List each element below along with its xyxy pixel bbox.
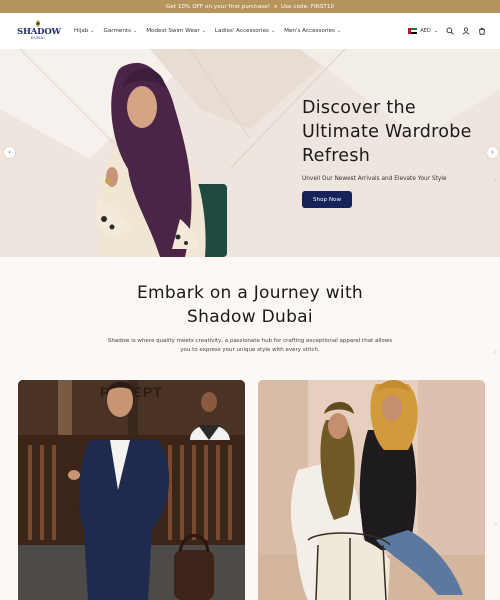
hero-title-line: Refresh	[302, 146, 371, 166]
intro-text: Shadow is where quality meets creativity…	[100, 337, 400, 355]
chevron-down-icon: ⌄	[336, 28, 342, 34]
search-icon[interactable]	[445, 27, 454, 36]
uae-flag-icon	[408, 28, 418, 34]
intro-title-line: Embark on a Journey with	[137, 283, 363, 303]
slider-next-button[interactable]: ›	[487, 147, 498, 158]
intro-title-line: Shadow Dubai	[187, 307, 313, 327]
intro-text-line: Shadow is where quality meets creativity…	[107, 338, 393, 344]
hero-copy: Discover the Ultimate Wardrobe Refresh U…	[302, 96, 492, 208]
hero-banner: Discover the Ultimate Wardrobe Refresh U…	[0, 49, 500, 257]
scroll-hint-icon: ↗	[493, 350, 498, 356]
intro-section: Embark on a Journey with Shadow Dubai Sh…	[0, 257, 500, 377]
chevron-down-icon: ⌄	[133, 28, 138, 34]
tile-image-women	[258, 380, 485, 600]
cart-icon[interactable]	[477, 27, 486, 36]
chevron-down-icon: ⌄	[90, 28, 95, 34]
currency-label: AED	[420, 28, 431, 34]
nav-item-ladies-accessories[interactable]: Ladies' Accessories ⌄	[215, 28, 275, 34]
nav-item-mens-accessories[interactable]: Men's Accessories ⌄	[284, 28, 341, 34]
scroll-hint-icon: ↗	[493, 522, 498, 528]
hero-subtitle: Unveil Our Newest Arrivals and Elevate Y…	[302, 176, 447, 182]
tile-image-men: RECEPT	[18, 380, 245, 600]
shop-now-button[interactable]: Shop Now	[302, 191, 352, 208]
header-tools: AED ⌄	[408, 13, 486, 49]
nav-item-label: Modest Swim Wear	[146, 28, 200, 34]
logo[interactable]: SHADOW DUBAI	[17, 19, 61, 45]
scroll-hint-icon: ↗	[493, 178, 498, 184]
announcement-text: Get 10% OFF on your first purchase!	[165, 3, 270, 10]
hero-title-line: Discover the	[302, 98, 416, 118]
nav-item-label: Ladies' Accessories	[214, 28, 269, 34]
intro-title: Embark on a Journey with Shadow Dubai	[100, 281, 400, 329]
chevron-down-icon: ⌄	[201, 28, 206, 34]
currency-selector[interactable]: AED ⌄	[408, 28, 438, 34]
main-nav: Hijab ⌄ Garments ⌄ Modest Swim Wear ⌄ La…	[74, 13, 341, 49]
logo-name: SHADOW	[17, 27, 61, 37]
slider-prev-button[interactable]: ‹	[4, 147, 15, 158]
chevron-down-icon: ⌄	[270, 28, 276, 34]
intro-text-line: you to express your unique style with ev…	[180, 347, 320, 353]
nav-item-hijab[interactable]: Hijab ⌄	[74, 28, 95, 34]
nav-item-garments[interactable]: Garments ⌄	[104, 28, 138, 34]
collection-tile-men[interactable]: RECEPT	[18, 380, 245, 600]
announcement-bar: Get 10% OFF on your first purchase! ★ Us…	[0, 0, 500, 13]
chevron-down-icon: ⌄	[433, 28, 438, 34]
star-icon: ★	[273, 3, 279, 10]
chevron-right-icon: ›	[491, 149, 494, 156]
chevron-left-icon: ‹	[8, 149, 11, 156]
nav-item-modest-swim-wear[interactable]: Modest Swim Wear ⌄	[146, 28, 206, 34]
hero-title: Discover the Ultimate Wardrobe Refresh	[302, 96, 492, 168]
hero-title-line: Ultimate Wardrobe	[302, 122, 472, 142]
account-icon[interactable]	[461, 27, 470, 36]
nav-item-label: Garments	[103, 28, 132, 34]
nav-item-label: Hijab	[74, 28, 89, 34]
site-header: SHADOW DUBAI Hijab ⌄ Garments ⌄ Modest S…	[0, 13, 500, 49]
announcement-code: Use code: FIRST10	[281, 3, 335, 10]
nav-item-label: Men's Accessories	[284, 28, 335, 34]
collection-tile-women[interactable]	[258, 380, 485, 600]
